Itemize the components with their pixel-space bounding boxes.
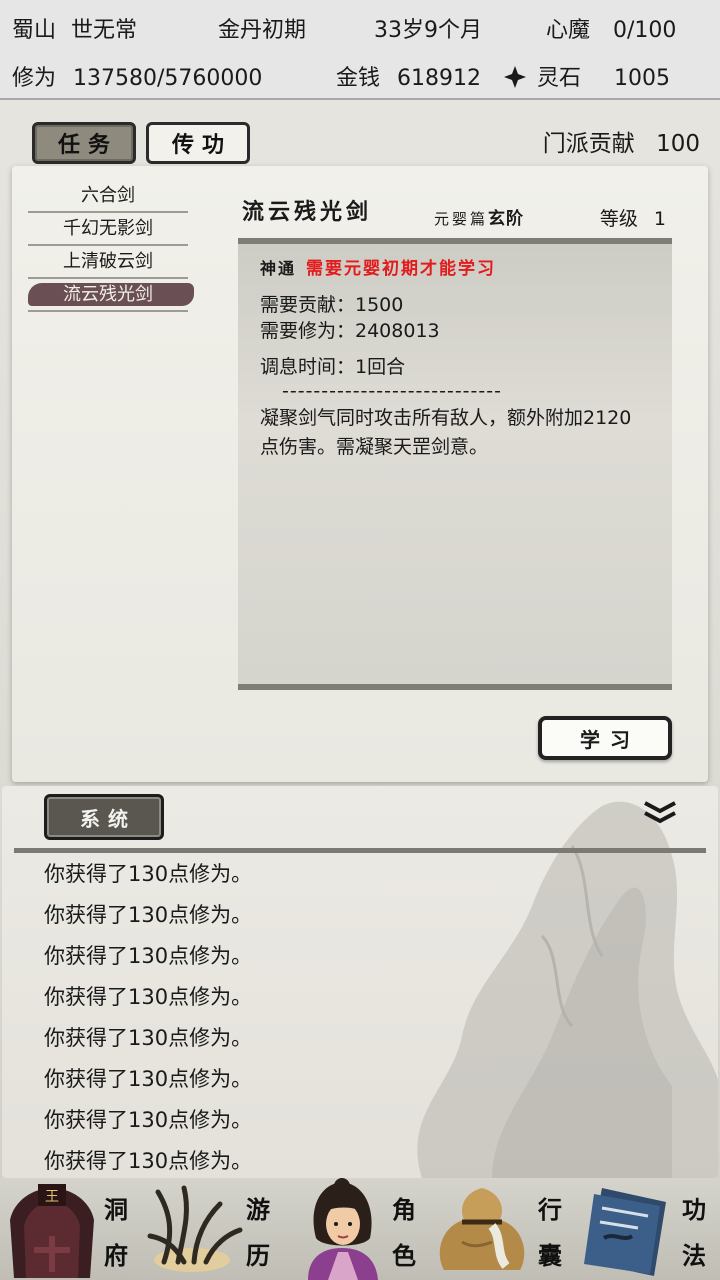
skill-level: 等级 1	[600, 204, 666, 231]
lingshi-value: 1005	[614, 66, 671, 91]
log-line: 你获得了130点修为。	[44, 944, 253, 968]
nav-juese-label-2: 色	[392, 1241, 416, 1270]
system-log-panel: 系统 你获得了130点修为。 你获得了130点修为。 你获得了130点修为。 你…	[2, 786, 718, 1178]
skill-panel: 六合剑 千幻无影剑 上清破云剑 流云残光剑 流云残光剑 元婴篇玄阶 等级 1 神通…	[12, 166, 708, 782]
tab-chuangong[interactable]: 传功	[146, 122, 250, 164]
cost-xiuwei: 需要修为：2408013	[260, 320, 440, 342]
skill-tier: 玄阶	[488, 209, 525, 229]
nav-juese-label-1: 角	[392, 1195, 416, 1224]
xinmo-label: 心魔	[546, 18, 591, 43]
money-value: 618912	[397, 66, 481, 91]
skill-item-selected[interactable]: 流云残光剑	[28, 279, 194, 312]
nav-youli-label-2: 历	[246, 1241, 270, 1270]
log-line: 你获得了130点修为。	[44, 985, 253, 1009]
separator: ----------------------------	[282, 380, 502, 402]
player-identity: 蜀山 世无常	[12, 12, 137, 44]
nav-dongfu[interactable]: 王 洞 府	[0, 1178, 144, 1280]
contribution-value: 100	[656, 131, 700, 157]
sect-name: 蜀山	[12, 18, 57, 43]
collapse-chevron-icon[interactable]	[642, 800, 678, 826]
travel-grass-icon	[147, 1185, 243, 1272]
realm-value: 金丹初期	[218, 18, 307, 43]
nav-youli[interactable]: 游 历	[144, 1178, 288, 1280]
log-line: 你获得了130点修为。	[44, 903, 253, 927]
inventory-bag-icon	[439, 1188, 525, 1270]
money-stat: 金钱 618912	[336, 60, 481, 92]
level-label: 等级	[599, 208, 638, 230]
character-portrait-icon	[308, 1178, 378, 1280]
xiuwei-label: 修为	[12, 66, 57, 91]
money-label: 金钱	[336, 66, 381, 91]
skill-item[interactable]: 上清破云剑	[28, 246, 188, 279]
skill-type-row: 神通 需要元婴初期才能学习	[260, 254, 496, 279]
tab-renwu[interactable]: 任务	[32, 122, 136, 164]
age-value: 33岁9个月	[374, 18, 482, 43]
contribution-label: 门派贡献	[542, 131, 635, 157]
skill-effect: 凝聚剑气同时攻击所有敌人，额外附加2120点伤害。需凝聚天罡剑意。	[260, 407, 632, 458]
nav-youli-label-1: 游	[246, 1195, 270, 1224]
learn-button[interactable]: 学习	[538, 716, 672, 760]
xiuwei-value: 137580/5760000	[73, 66, 263, 91]
bottom-nav: 王 洞 府 游 历 角 色 行 囊 功 法	[0, 1178, 720, 1280]
cost-contribution: 需要贡献：1500	[260, 294, 404, 316]
cooldown: 调息时间：1回合	[260, 356, 406, 378]
xinmo-stat: 心魔 0/100	[546, 12, 676, 44]
skill-list: 六合剑 千幻无影剑 上清破云剑 流云残光剑	[28, 180, 194, 312]
mountain-ink-decoration	[417, 801, 718, 1178]
log-line: 你获得了130点修为。	[44, 1149, 253, 1173]
nav-dongfu-label-2: 府	[104, 1241, 128, 1270]
skill-book: 元婴篇	[434, 210, 489, 228]
tab-system-log[interactable]: 系统	[44, 794, 164, 840]
skill-requirement: 需要元婴初期才能学习	[306, 259, 497, 279]
lingshi-icon	[504, 66, 526, 88]
log-list: 你获得了130点修为。 你获得了130点修为。 你获得了130点修为。 你获得了…	[44, 854, 252, 1178]
log-line: 你获得了130点修为。	[44, 862, 253, 886]
log-line: 你获得了130点修为。	[44, 1026, 253, 1050]
sect-contribution: 门派贡献 100	[543, 124, 700, 158]
xinmo-value: 0/100	[613, 18, 677, 43]
player-name: 世无常	[71, 18, 138, 43]
nav-gongfa-label-2: 法	[682, 1241, 706, 1270]
nav-xingnang-label-1: 行	[538, 1195, 562, 1224]
log-divider	[14, 848, 706, 853]
skill-title: 流云残光剑	[242, 200, 373, 225]
cave-dwelling-icon: 王	[10, 1184, 94, 1278]
skill-type: 神通	[260, 259, 297, 278]
nav-xingnang-label-2: 囊	[538, 1241, 562, 1270]
skill-item[interactable]: 千幻无影剑	[28, 213, 188, 246]
lingshi-label: 灵石	[537, 66, 582, 91]
svg-text:王: 王	[45, 1189, 59, 1205]
status-header: 蜀山 世无常 金丹初期 33岁9个月 心魔 0/100 修为 137580/57…	[0, 0, 720, 100]
skill-books-icon	[584, 1188, 666, 1276]
skill-category: 元婴篇玄阶	[434, 204, 524, 229]
nav-gongfa[interactable]: 功 法	[576, 1178, 720, 1280]
skill-item[interactable]: 六合剑	[28, 180, 188, 213]
lingshi-stat: 灵石 1005	[504, 60, 670, 92]
level-value: 1	[653, 208, 666, 230]
log-line: 你获得了130点修为。	[44, 1108, 253, 1132]
skill-description-box: 神通 需要元婴初期才能学习 需要贡献：1500 需要修为：2408013 调息时间…	[238, 238, 672, 690]
nav-xingnang[interactable]: 行 囊	[432, 1178, 576, 1280]
nav-juese[interactable]: 角 色	[288, 1178, 432, 1280]
log-line: 你获得了130点修为。	[44, 1067, 253, 1091]
nav-gongfa-label-1: 功	[682, 1195, 706, 1224]
nav-dongfu-label-1: 洞	[104, 1195, 128, 1224]
xiuwei-stat: 修为 137580/5760000	[12, 60, 262, 92]
